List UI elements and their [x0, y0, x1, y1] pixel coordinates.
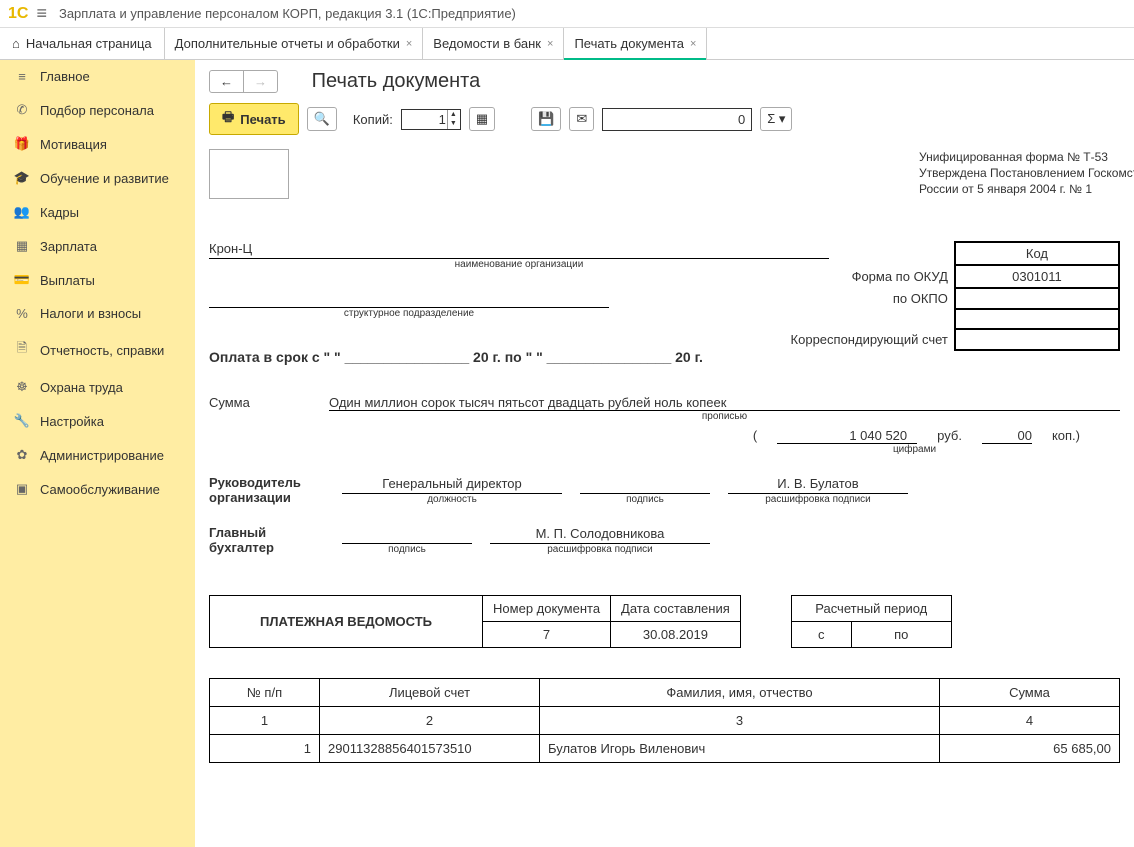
- sidebar-item-taxes[interactable]: %Налоги и взносы: [0, 297, 195, 330]
- close-icon[interactable]: ×: [547, 38, 553, 50]
- okud-label: Форма по ОКУД: [785, 265, 955, 288]
- dept-sublabel: структурное подразделение: [209, 308, 609, 319]
- page-title: Печать документа: [312, 70, 481, 93]
- doc-date: 30.08.2019: [611, 622, 741, 648]
- sidebar-item-salary[interactable]: ▦Зарплата: [0, 229, 195, 263]
- calc-icon: ▦: [12, 238, 32, 254]
- accountant-sign: [342, 526, 472, 544]
- screen-icon: ▣: [12, 481, 32, 497]
- tab-vedomosti[interactable]: Ведомости в банк ×: [423, 28, 564, 59]
- period-table: Расчетный период с по: [791, 595, 952, 648]
- grid-icon: ▦: [476, 111, 488, 127]
- sidebar-item-selfservice[interactable]: ▣Самообслуживание: [0, 472, 195, 506]
- save-icon: 💾: [538, 111, 554, 127]
- logo-1c-icon: 1C: [8, 5, 28, 23]
- gift-icon: 🎁: [12, 136, 32, 152]
- org-name: Крон-Ц: [209, 241, 829, 259]
- value-field[interactable]: 0: [602, 108, 752, 131]
- sidebar-item-reports[interactable]: 🗎Отчетность, справки: [0, 330, 195, 370]
- amount-value: 1 040 520: [777, 428, 917, 444]
- sidebar-item-training[interactable]: 🎓Обучение и развитие: [0, 161, 195, 195]
- kop-label: коп.): [1052, 428, 1080, 444]
- dept-line: [209, 290, 609, 308]
- okpo-value: [955, 288, 1119, 309]
- sidebar-item-recruit[interactable]: ✆Подбор персонала: [0, 93, 195, 127]
- sum-words: Один миллион сорок тысяч пятьсот двадцат…: [329, 395, 1120, 411]
- sidebar: ≡Главное ✆Подбор персонала 🎁Мотивация 🎓О…: [0, 60, 195, 847]
- rub-label: руб.: [937, 428, 962, 444]
- pay-period: Оплата в срок с " " ________________ 20 …: [209, 349, 1120, 365]
- zoom-icon: 🔍: [314, 111, 330, 127]
- app-title: Зарплата и управление персоналом КОРП, р…: [59, 6, 516, 21]
- kop-value: 00: [982, 428, 1032, 444]
- corr-value: [955, 329, 1119, 350]
- sidebar-item-motivation[interactable]: 🎁Мотивация: [0, 127, 195, 161]
- table-row: 1 29011328856401573510 Булатов Игорь Вил…: [210, 735, 1120, 763]
- doc-box: [209, 149, 289, 199]
- close-icon[interactable]: ×: [690, 38, 696, 50]
- shield-icon: ☸: [12, 379, 32, 395]
- home-tab[interactable]: ⌂ Начальная страница: [0, 28, 165, 59]
- preview-button[interactable]: 🔍: [307, 107, 337, 131]
- print-button[interactable]: 🖶 Печать: [209, 103, 299, 135]
- close-icon[interactable]: ×: [406, 38, 412, 50]
- home-label: Начальная страница: [26, 36, 152, 51]
- home-icon: ⌂: [12, 36, 20, 51]
- card-icon: 💳: [12, 272, 32, 288]
- manager-name: И. В. Булатов: [728, 476, 908, 494]
- okud-value: 0301011: [955, 265, 1119, 288]
- form-stamp: Унифицированная форма № Т-53 Утверждена …: [919, 149, 1134, 198]
- doc-icon: 🗎: [12, 339, 32, 361]
- sidebar-item-admin[interactable]: ✿Администрирование: [0, 438, 195, 472]
- spin-down-icon[interactable]: ▼: [447, 119, 459, 129]
- copies-label: Копий:: [353, 112, 393, 127]
- spin-up-icon[interactable]: ▲: [447, 110, 459, 120]
- percent-icon: %: [12, 306, 32, 321]
- menu-icon[interactable]: ≡: [36, 3, 47, 24]
- tab-print-document[interactable]: Печать документа ×: [564, 28, 707, 59]
- graduation-icon: 🎓: [12, 170, 32, 186]
- manager-job: Генеральный директор: [342, 476, 562, 494]
- sum-label: Сумма: [209, 395, 329, 422]
- org-sublabel: наименование организации: [209, 259, 829, 270]
- sidebar-item-hr[interactable]: 👥Кадры: [0, 195, 195, 229]
- mail-icon: ✉: [576, 111, 587, 127]
- doc-number: 7: [483, 622, 611, 648]
- list-icon: ≡: [12, 69, 32, 84]
- code-header: Код: [955, 242, 1119, 265]
- digits-sublabel: цифрами: [209, 444, 1120, 455]
- corr-label: Корреспондирующий счет: [785, 329, 955, 350]
- code-blank1: [955, 309, 1119, 329]
- back-button[interactable]: ←: [210, 71, 244, 92]
- tab-reports[interactable]: Дополнительные отчеты и обработки ×: [165, 28, 424, 59]
- sigma-icon: Σ ▾: [767, 111, 785, 127]
- sum-sublabel: прописью: [329, 411, 1120, 422]
- gear-icon: ✿: [12, 447, 32, 463]
- manager-sign: [580, 476, 710, 494]
- people-icon: 👥: [12, 204, 32, 220]
- sum-button[interactable]: Σ ▾: [760, 107, 792, 131]
- forward-button[interactable]: →: [244, 71, 277, 92]
- copies-input[interactable]: 1 ▲▼: [401, 109, 461, 130]
- save-button[interactable]: 💾: [531, 107, 561, 131]
- okpo-label: по ОКПО: [785, 288, 955, 309]
- printer-icon: 🖶: [222, 108, 234, 130]
- wrench-icon: 🔧: [12, 413, 32, 429]
- payment-table: № п/п Лицевой счет Фамилия, имя, отчеств…: [209, 678, 1120, 763]
- email-button[interactable]: ✉: [569, 107, 594, 131]
- edit-button[interactable]: ▦: [469, 107, 495, 131]
- accountant-name: М. П. Солодовникова: [490, 526, 710, 544]
- sidebar-item-payments[interactable]: 💳Выплаты: [0, 263, 195, 297]
- doc-title: ПЛАТЕЖНАЯ ВЕДОМОСТЬ: [210, 596, 483, 648]
- sidebar-item-settings[interactable]: 🔧Настройка: [0, 404, 195, 438]
- accountant-label: Главный бухгалтер: [209, 525, 324, 555]
- sidebar-item-main[interactable]: ≡Главное: [0, 60, 195, 93]
- sidebar-item-safety[interactable]: ☸Охрана труда: [0, 370, 195, 404]
- phone-icon: ✆: [12, 102, 32, 118]
- doc-header-table: ПЛАТЕЖНАЯ ВЕДОМОСТЬ Номер документа Дата…: [209, 595, 741, 648]
- manager-label: Руководитель организации: [209, 475, 324, 505]
